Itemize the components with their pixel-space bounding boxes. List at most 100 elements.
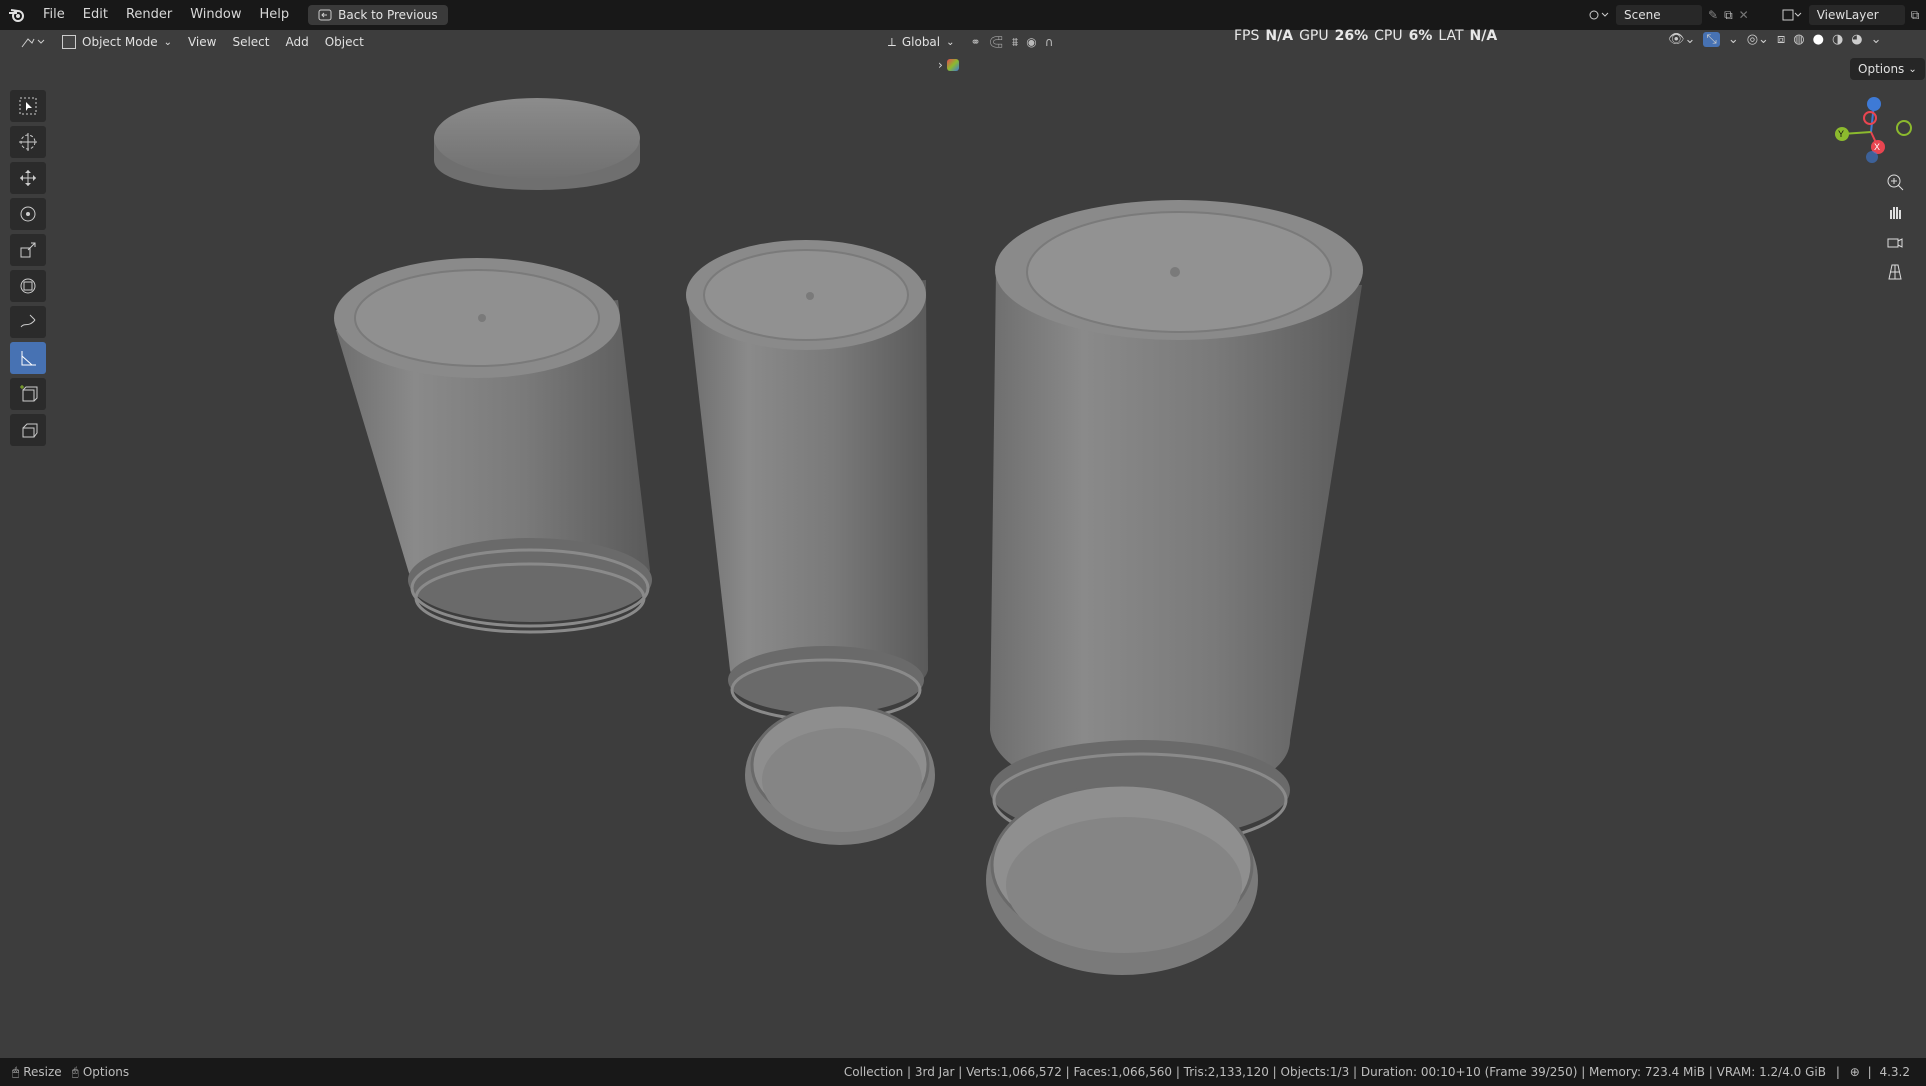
back-to-previous-button[interactable]: Back to Previous — [308, 5, 448, 25]
blender-logo-icon[interactable] — [0, 7, 34, 23]
top-menu-bar: File Edit Render Window Help Back to Pre… — [0, 0, 1926, 30]
add-cube-icon[interactable] — [10, 378, 46, 410]
wireframe-shading-icon[interactable]: ◍ — [1793, 32, 1804, 47]
chevron-down-icon: ⌄ — [163, 36, 172, 48]
annotate-icon[interactable] — [10, 306, 46, 338]
svg-text:Y: Y — [1838, 129, 1844, 139]
menu-add[interactable]: Add — [278, 31, 317, 53]
jar-right[interactable] — [990, 200, 1363, 848]
viewport-scene[interactable] — [0, 30, 1926, 1058]
perspective-grid-icon[interactable] — [1880, 260, 1910, 284]
rendered-shading-icon[interactable]: ◕ — [1851, 32, 1862, 47]
extrude-icon[interactable] — [10, 414, 46, 446]
remove-scene-icon[interactable]: ✕ — [1739, 8, 1749, 22]
performance-stats: FPS N/A GPU 26% CPU 6% LAT N/A — [1234, 28, 1497, 44]
resize-hint: Resize — [23, 1065, 62, 1079]
menu-view[interactable]: View — [180, 31, 224, 53]
new-scene-icon[interactable]: ⧉ — [1724, 8, 1733, 23]
pin-icon[interactable]: ✎ — [1708, 8, 1718, 22]
back-to-previous-label: Back to Previous — [338, 8, 438, 22]
material-shading-icon[interactable]: ◑ — [1832, 32, 1843, 47]
measure-icon[interactable] — [10, 342, 46, 374]
editor-type-icon — [20, 35, 46, 49]
tool-shelf — [10, 90, 50, 446]
scene-name: Scene — [1624, 8, 1661, 22]
viewlayer-name: ViewLayer — [1816, 8, 1879, 22]
menu-help[interactable]: Help — [251, 0, 299, 30]
version-label: 4.3.2 — [1879, 1065, 1910, 1079]
pan-hand-icon[interactable] — [1880, 200, 1910, 224]
scene-statistics: Collection | 3rd Jar | Verts:1,066,572 |… — [843, 1065, 1910, 1079]
menu-file[interactable]: File — [34, 0, 74, 30]
visibility-icon[interactable]: 👁︎⌄ — [1668, 32, 1695, 47]
mouse-icon: 🖱︎ — [12, 1064, 20, 1079]
orientation-icon: ⟂ — [887, 34, 896, 49]
scale-icon[interactable] — [10, 234, 46, 266]
navigation-gizmo[interactable]: X Y — [1826, 92, 1916, 172]
viewlayer-icon[interactable] — [1781, 7, 1803, 23]
solid-shading-icon[interactable]: ● — [1813, 32, 1824, 47]
jar-right-lid[interactable] — [986, 783, 1258, 975]
globe-icon: ⊕ — [1849, 1065, 1860, 1079]
chevron-down-icon: ⌄ — [1908, 63, 1917, 75]
fps-label: FPS — [1234, 28, 1260, 44]
jar-middle[interactable] — [686, 240, 928, 722]
zoom-icon[interactable] — [1880, 170, 1910, 194]
xray-icon[interactable]: ⧈ — [1777, 32, 1785, 47]
cpu-value: 6% — [1408, 28, 1433, 44]
lat-value: N/A — [1469, 28, 1498, 44]
mode-label: Object Mode — [82, 35, 158, 49]
scene-icon[interactable] — [1588, 7, 1610, 23]
transform-orientation-label: Global — [901, 35, 941, 49]
viewlayer-field[interactable]: ViewLayer — [1808, 5, 1905, 25]
floating-lid[interactable] — [434, 98, 640, 190]
transform-orientation[interactable]: ⟂ Global ⌄ — [880, 31, 963, 53]
chevron-down-icon: ⌄ — [946, 36, 955, 48]
options-hint: Options — [82, 1065, 130, 1079]
statistics-text: Collection | 3rd Jar | Verts:1,066,572 |… — [843, 1065, 1826, 1079]
rotate-icon[interactable] — [10, 198, 46, 230]
gizmo-toggle-icon[interactable]: ⤡ — [1703, 32, 1720, 47]
chevron-down-icon[interactable]: ⌄ — [1728, 32, 1739, 47]
menu-select[interactable]: Select — [224, 31, 277, 53]
editor-type-button[interactable] — [12, 31, 54, 53]
menu-edit[interactable]: Edit — [74, 0, 117, 30]
mouse-icon: 🖰︎ — [71, 1064, 79, 1079]
navigation-controls — [1880, 170, 1910, 284]
gpu-label: GPU — [1299, 28, 1329, 44]
viewport-display-tools: 👁︎⌄ ⤡ ⌄ ◎⌄ ⧈ ◍ ● ◑ ◕ ⌄ — [1668, 32, 1882, 47]
svg-text:X: X — [1874, 142, 1880, 152]
overlays-icon[interactable]: ◎⌄ — [1747, 32, 1769, 47]
snapping-group: ⚭ 🧲︎ ⩩ ◉ ∩ — [963, 31, 1062, 53]
chevron-down-icon[interactable]: ⌄ — [1871, 32, 1882, 47]
menu-object[interactable]: Object — [317, 31, 372, 53]
3d-viewport[interactable] — [0, 30, 1926, 1058]
scene-field[interactable]: Scene — [1616, 5, 1702, 25]
cpu-label: CPU — [1374, 28, 1403, 44]
lat-label: LAT — [1438, 28, 1464, 44]
back-icon — [318, 9, 332, 21]
falloff-icon[interactable]: ∩ — [1045, 35, 1054, 49]
expand-icon: › — [938, 58, 943, 72]
options-label: Options — [1858, 62, 1905, 76]
menu-render[interactable]: Render — [117, 0, 181, 30]
mode-selector[interactable]: Object Mode ⌄ — [54, 31, 180, 53]
pivot-icon[interactable]: ⚭ — [971, 35, 981, 49]
blender-window: File Edit Render Window Help Back to Pre… — [0, 0, 1926, 1086]
proportional-edit-icon[interactable]: ◉ — [1026, 35, 1036, 49]
snap-icon[interactable]: 🧲︎ — [989, 35, 1004, 49]
snap-target-icon[interactable]: ⩩ — [1012, 35, 1018, 50]
transform-icon[interactable] — [10, 270, 46, 302]
new-viewlayer-icon[interactable]: ⧉ — [1911, 8, 1920, 23]
jar-left[interactable] — [334, 258, 652, 634]
options-dropdown[interactable]: Options ⌄ — [1850, 58, 1925, 80]
jar-middle-lid[interactable] — [745, 703, 935, 845]
cursor-icon[interactable] — [10, 126, 46, 158]
camera-icon[interactable] — [1880, 230, 1910, 254]
select-box-icon[interactable] — [10, 90, 46, 122]
collapsed-header-tools[interactable]: › — [938, 58, 959, 72]
menu-window[interactable]: Window — [181, 0, 250, 30]
move-icon[interactable] — [10, 162, 46, 194]
workspace-selectors: Scene ✎ ⧉ ✕ ViewLayer ⧉ ✕ — [1588, 5, 1926, 25]
z-axis-icon — [1867, 97, 1881, 111]
